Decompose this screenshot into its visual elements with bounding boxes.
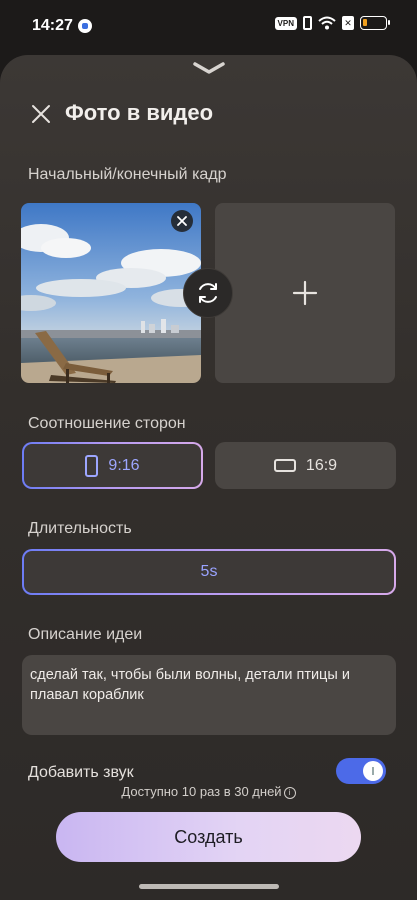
remove-photo-button[interactable] bbox=[171, 210, 193, 232]
portrait-icon bbox=[85, 454, 99, 477]
landscape-icon bbox=[273, 459, 296, 472]
page-title: Фото в видео bbox=[65, 100, 214, 125]
status-bar: 14:27 VPN ✕ bbox=[0, 0, 417, 52]
status-icons: VPN ✕ bbox=[274, 16, 390, 30]
close-icon[interactable] bbox=[30, 103, 52, 125]
swap-frames-button[interactable] bbox=[183, 268, 233, 318]
refresh-icon bbox=[199, 283, 217, 303]
app-dot-icon bbox=[78, 19, 92, 33]
status-time: 14:27 bbox=[32, 17, 73, 34]
frames-label: Начальный/конечный кадр bbox=[28, 166, 227, 183]
ratio-9-16-button[interactable]: 9:16 bbox=[22, 442, 203, 489]
home-indicator[interactable] bbox=[139, 884, 279, 889]
close-small-icon bbox=[177, 216, 187, 226]
duration-label: Длительность bbox=[28, 520, 132, 537]
info-icon[interactable]: i bbox=[283, 786, 296, 799]
toggle-knob bbox=[363, 761, 383, 781]
ratio-16-9-label: 16:9 bbox=[305, 456, 338, 474]
ratio-9-16-label: 9:16 bbox=[108, 456, 140, 474]
duration-value: 5s bbox=[200, 563, 218, 580]
chevron-down-icon[interactable] bbox=[192, 61, 226, 75]
idea-label: Описание идеи bbox=[28, 626, 143, 643]
add-sound-label: Добавить звук bbox=[28, 764, 134, 781]
idea-textarea[interactable]: сделай так, чтобы были волны, детали пти… bbox=[22, 655, 396, 735]
end-frame-add-button[interactable] bbox=[215, 203, 395, 383]
start-frame-image[interactable] bbox=[21, 203, 201, 383]
quota-label: Доступно 10 раз в 30 дней bbox=[121, 784, 282, 799]
sim-x-icon: ✕ bbox=[342, 16, 354, 30]
quota-text: Доступно 10 раз в 30 дней i bbox=[0, 784, 417, 799]
wifi-icon bbox=[318, 16, 336, 30]
battery-icon bbox=[360, 16, 390, 30]
duration-button[interactable]: 5s bbox=[22, 549, 396, 595]
vpn-icon: VPN bbox=[274, 16, 297, 30]
ratio-16-9-button[interactable]: 16:9 bbox=[215, 442, 396, 489]
vibrate-icon bbox=[303, 16, 312, 30]
create-button-label: Создать bbox=[174, 826, 243, 847]
plus-icon bbox=[292, 280, 318, 306]
create-button[interactable]: Создать bbox=[56, 812, 361, 862]
add-sound-toggle[interactable] bbox=[336, 758, 386, 784]
aspect-ratio-label: Соотношение сторон bbox=[28, 415, 186, 432]
